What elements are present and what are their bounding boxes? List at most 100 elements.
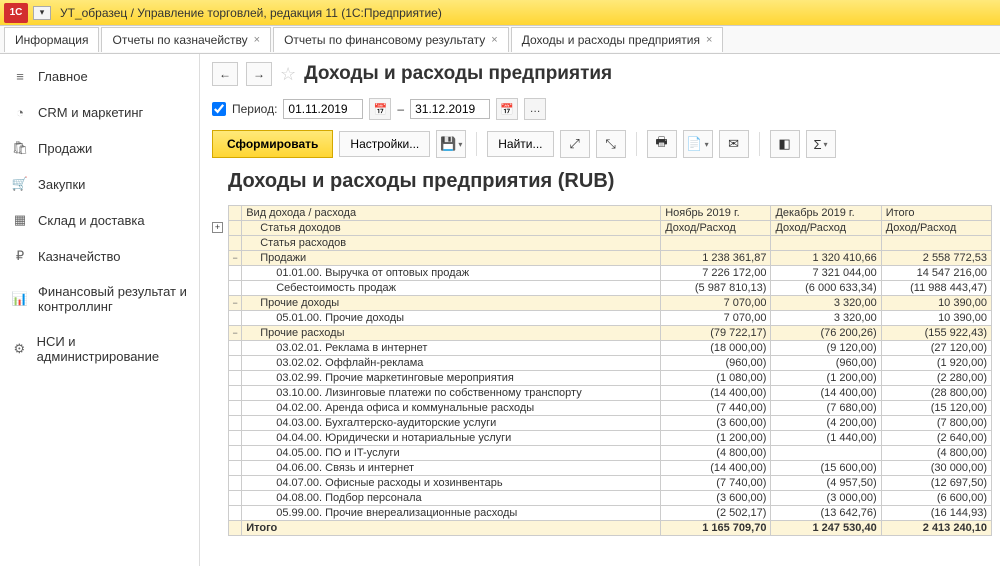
row-label: 03.02.99. Прочие маркетинговые мероприят… (242, 371, 661, 386)
row-value: (4 800,00) (881, 446, 991, 461)
table-row[interactable]: 04.05.00. ПО и IT-услуги(4 800,00)(4 800… (229, 446, 992, 461)
row-value: (1 080,00) (661, 371, 771, 386)
row-value: (79 722,17) (661, 326, 771, 341)
row-value: 3 320,00 (771, 296, 881, 311)
row-value: (4 957,50) (771, 476, 881, 491)
cart-icon: 🛒 (12, 176, 28, 192)
expand-button[interactable]: ⤢ (560, 130, 590, 158)
sidebar-item-sales[interactable]: 🛍Продажи (0, 130, 199, 166)
tab-treasury-reports[interactable]: Отчеты по казначейству× (101, 27, 271, 52)
tab-income-expense[interactable]: Доходы и расходы предприятия× (511, 27, 724, 52)
sidebar-item-admin[interactable]: ⚙НСИ и администрирование (0, 324, 199, 374)
sidebar-item-finresult[interactable]: 📊Финансовый результат и контроллинг (0, 274, 199, 324)
email-button[interactable]: ✉ (719, 130, 749, 158)
print-button[interactable]: 🖶 (647, 130, 677, 158)
row-value: (7 440,00) (661, 401, 771, 416)
table-row[interactable]: −Продажи1 238 361,871 320 410,662 558 77… (229, 251, 992, 266)
row-value: (1 200,00) (771, 371, 881, 386)
outline-expand-icon[interactable]: + (212, 222, 223, 233)
find-button[interactable]: Найти... (487, 131, 553, 157)
back-button[interactable]: ← (212, 62, 238, 86)
calendar-to-icon[interactable]: 📅 (496, 98, 518, 120)
save-as-button[interactable]: 📄 (683, 130, 713, 158)
sidebar-item-warehouse[interactable]: ▦Склад и доставка (0, 202, 199, 238)
pie-icon: ◔ (12, 104, 28, 120)
collapse-icon[interactable]: − (229, 251, 242, 266)
ruble-icon: ₽ (12, 248, 28, 264)
variants-button[interactable]: ◧ (770, 130, 800, 158)
row-value: 1 320 410,66 (771, 251, 881, 266)
page-title: Доходы и расходы предприятия (304, 63, 612, 85)
row-value: (9 120,00) (771, 341, 881, 356)
row-value: (6 000 633,34) (771, 281, 881, 296)
period-picker-button[interactable]: … (524, 98, 546, 120)
row-value: (15 120,00) (881, 401, 991, 416)
table-row[interactable]: 04.06.00. Связь и интернет(14 400,00)(15… (229, 461, 992, 476)
bag-icon: 🛍 (12, 140, 28, 156)
table-row[interactable]: −Прочие расходы(79 722,17)(76 200,26)(15… (229, 326, 992, 341)
period-checkbox[interactable] (212, 102, 226, 116)
row-value: (4 800,00) (661, 446, 771, 461)
date-from-input[interactable] (283, 99, 363, 119)
menu-icon: ≡ (12, 68, 28, 84)
row-value: (28 800,00) (881, 386, 991, 401)
table-row[interactable]: 03.10.00. Лизинговые платежи по собствен… (229, 386, 992, 401)
table-row[interactable]: 05.99.00. Прочие внереализационные расхо… (229, 506, 992, 521)
date-to-input[interactable] (410, 99, 490, 119)
tab-info[interactable]: Информация (4, 27, 99, 52)
save-settings-button[interactable]: 💾 (436, 130, 466, 158)
table-row[interactable]: Итого1 165 709,701 247 530,402 413 240,1… (229, 521, 992, 536)
table-row[interactable]: 04.08.00. Подбор персонала(3 600,00)(3 0… (229, 491, 992, 506)
row-label: 01.01.00. Выручка от оптовых продаж (242, 266, 661, 281)
row-label: 05.99.00. Прочие внереализационные расхо… (242, 506, 661, 521)
forward-button[interactable]: → (246, 62, 272, 86)
sidebar: ≡Главное ◔CRM и маркетинг 🛍Продажи 🛒Заку… (0, 54, 200, 566)
table-row[interactable]: Себестоимость продаж(5 987 810,13)(6 000… (229, 281, 992, 296)
table-row[interactable]: 04.07.00. Офисные расходы и хозинвентарь… (229, 476, 992, 491)
row-value: 10 390,00 (881, 296, 991, 311)
window-dropdown-icon[interactable]: ▾ (33, 6, 51, 20)
grid-icon: ▦ (12, 212, 28, 228)
row-value: (14 400,00) (661, 386, 771, 401)
close-icon[interactable]: × (254, 34, 260, 46)
row-label: 04.02.00. Аренда офиса и коммунальные ра… (242, 401, 661, 416)
table-row[interactable]: 03.02.99. Прочие маркетинговые мероприят… (229, 371, 992, 386)
table-row[interactable]: 04.03.00. Бухгалтерско-аудиторские услуг… (229, 416, 992, 431)
sidebar-item-crm[interactable]: ◔CRM и маркетинг (0, 94, 199, 130)
calendar-from-icon[interactable]: 📅 (369, 98, 391, 120)
collapse-icon[interactable]: − (229, 326, 242, 341)
close-icon[interactable]: × (491, 34, 497, 46)
table-row[interactable]: 04.04.00. Юридически и нотариальные услу… (229, 431, 992, 446)
table-row[interactable]: 04.02.00. Аренда офиса и коммунальные ра… (229, 401, 992, 416)
row-value: 10 390,00 (881, 311, 991, 326)
row-value: (7 800,00) (881, 416, 991, 431)
table-row[interactable]: 05.01.00. Прочие доходы7 070,003 320,001… (229, 311, 992, 326)
content-area: ← → ☆ Доходы и расходы предприятия Перио… (200, 54, 1000, 566)
row-value: 1 247 530,40 (771, 521, 881, 536)
table-row[interactable]: 03.02.02. Оффлайн-реклама(960,00)(960,00… (229, 356, 992, 371)
collapse-button[interactable]: ⤡ (596, 130, 626, 158)
table-row[interactable]: 03.02.01. Реклама в интернет(18 000,00)(… (229, 341, 992, 356)
collapse-icon[interactable]: − (229, 296, 242, 311)
table-row[interactable]: −Прочие доходы7 070,003 320,0010 390,00 (229, 296, 992, 311)
row-label: Прочие доходы (242, 296, 661, 311)
row-value: (30 000,00) (881, 461, 991, 476)
settings-button[interactable]: Настройки... (339, 131, 430, 157)
tab-financial-result-reports[interactable]: Отчеты по финансовому результату× (273, 27, 509, 52)
col-metric: Доход/Расход (661, 221, 771, 236)
sidebar-item-main[interactable]: ≡Главное (0, 58, 199, 94)
period-label: Период: (232, 102, 277, 116)
row-label: 05.01.00. Прочие доходы (242, 311, 661, 326)
favorite-icon[interactable]: ☆ (280, 64, 296, 85)
sum-button[interactable]: Σ (806, 130, 836, 158)
row-value: (2 502,17) (661, 506, 771, 521)
row-label: 04.08.00. Подбор персонала (242, 491, 661, 506)
close-icon[interactable]: × (706, 34, 712, 46)
table-row[interactable]: 01.01.00. Выручка от оптовых продаж7 226… (229, 266, 992, 281)
sidebar-item-purchase[interactable]: 🛒Закупки (0, 166, 199, 202)
row-label: Себестоимость продаж (242, 281, 661, 296)
sidebar-item-treasury[interactable]: ₽Казначейство (0, 238, 199, 274)
generate-button[interactable]: Сформировать (212, 130, 333, 158)
titlebar: 1С ▾ УТ_образец / Управление торговлей, … (0, 0, 1000, 26)
row-value: (3 600,00) (661, 416, 771, 431)
